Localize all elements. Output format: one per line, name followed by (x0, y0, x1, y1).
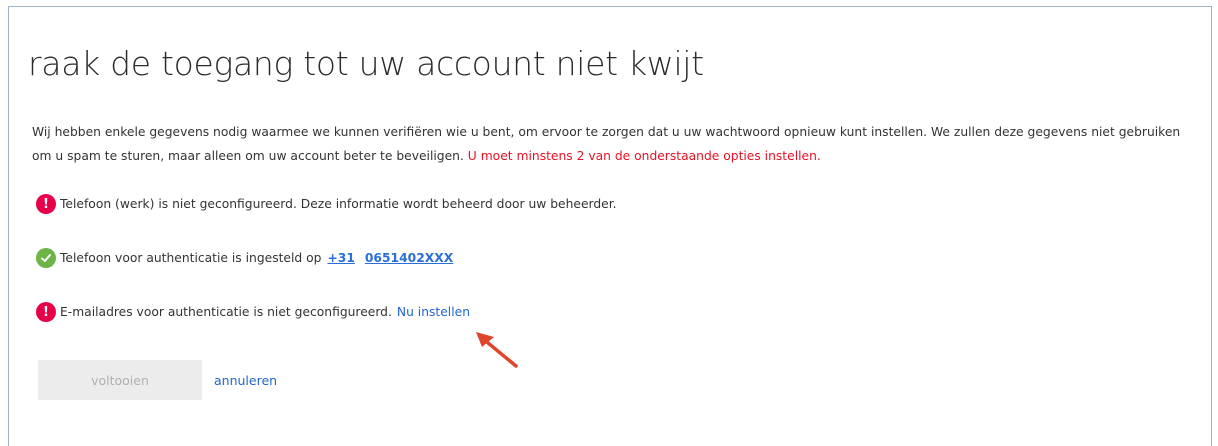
status-row-work-phone: ! Telefoon (werk) is niet geconfigureerd… (36, 194, 617, 214)
intro-warning: U moet minstens 2 van de onderstaande op… (467, 149, 821, 163)
status-text: Telefoon voor authenticatie is ingesteld… (60, 251, 322, 265)
page-title: raak de toegang tot uw account niet kwij… (28, 44, 704, 83)
phone-number-link[interactable]: 0651402XXX (365, 251, 453, 265)
set-up-now-link[interactable]: Nu instellen (397, 305, 470, 319)
check-circle-icon (36, 248, 56, 268)
status-row-auth-phone: Telefoon voor authenticatie is ingesteld… (36, 248, 453, 268)
cancel-link[interactable]: annuleren (214, 373, 277, 388)
error-circle-icon: ! (36, 194, 56, 214)
country-code-link[interactable]: +31 (327, 251, 354, 265)
status-row-auth-email: ! E-mailadres voor authenticatie is niet… (36, 302, 470, 322)
intro-paragraph: Wij hebben enkele gegevens nodig waarmee… (32, 120, 1192, 168)
red-arrow-annotation (476, 332, 518, 368)
error-circle-icon: ! (36, 302, 56, 322)
status-text: E-mailadres voor authenticatie is niet g… (60, 305, 392, 319)
status-text: Telefoon (werk) is niet geconfigureerd. … (60, 197, 617, 211)
finish-button[interactable]: voltooien (38, 360, 202, 400)
